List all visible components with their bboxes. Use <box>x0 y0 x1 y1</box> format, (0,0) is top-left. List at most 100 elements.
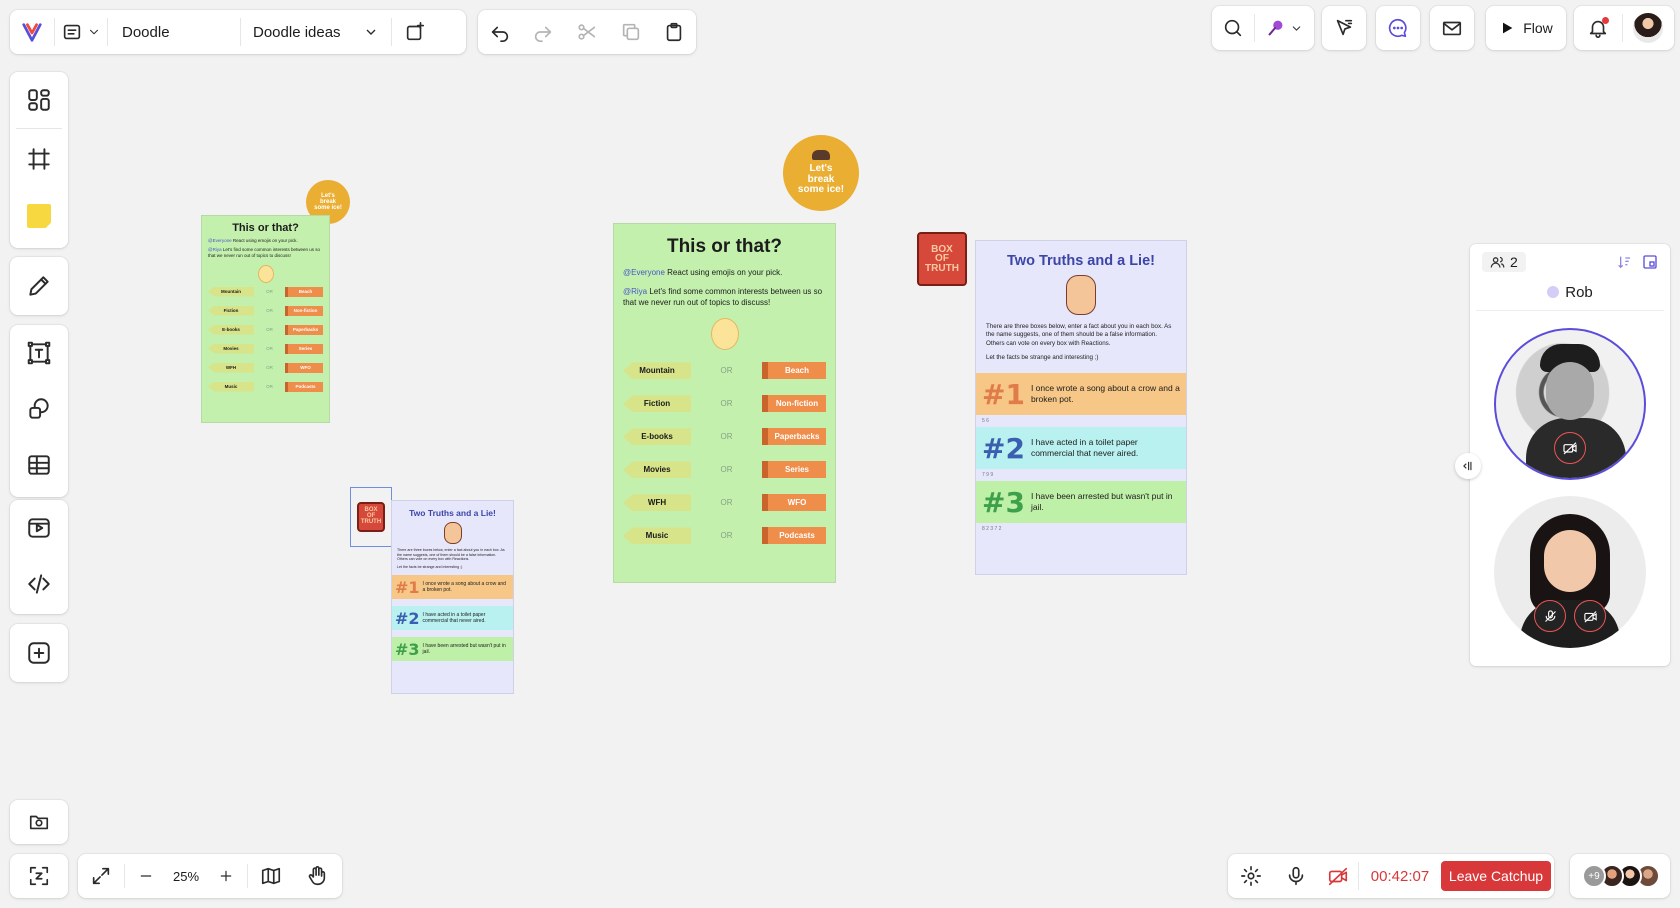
leave-call-button[interactable]: Leave Catchup <box>1441 861 1551 891</box>
screen-share-button[interactable] <box>10 800 68 844</box>
shapes-button[interactable] <box>10 381 68 437</box>
sort-icon[interactable] <box>1616 254 1632 270</box>
pin-menu-button[interactable] <box>1255 6 1313 50</box>
pick-row[interactable]: Fiction OR Non-fiction <box>623 395 826 413</box>
pick-row[interactable]: Music OR Podcasts <box>623 527 826 545</box>
copy-button[interactable] <box>611 10 651 54</box>
option-right[interactable]: WFO <box>285 362 323 373</box>
video-button[interactable] <box>10 500 68 556</box>
selection-box[interactable]: BOX OF TRUTH <box>350 487 392 547</box>
truth-item[interactable]: #2 I have acted in a toilet paper commerc… <box>976 427 1186 481</box>
truth-item[interactable]: #1 I once wrote a song about a crow and a… <box>976 373 1186 427</box>
pick-row[interactable]: Movies OR Series <box>208 343 323 354</box>
option-left[interactable]: Fiction <box>623 395 691 413</box>
option-left[interactable]: Fiction <box>208 305 254 316</box>
search-button[interactable] <box>1212 6 1254 50</box>
video-tile-rob[interactable] <box>1494 328 1646 480</box>
pick-row[interactable]: Fiction OR Non-fiction <box>208 305 323 316</box>
truth-item[interactable]: #3 I have been arrested but wasn't put in… <box>976 481 1186 535</box>
option-right[interactable]: Podcasts <box>762 527 826 545</box>
pointer-button[interactable] <box>1322 6 1366 50</box>
icebreaker-badge-large[interactable]: Let's break some ice! <box>783 135 859 211</box>
this-or-that-board-large[interactable]: This or that? @Everyone React using emoj… <box>613 223 836 583</box>
templates-button[interactable] <box>10 72 68 128</box>
zoom-in-button[interactable] <box>205 854 247 898</box>
truth-item[interactable]: #3 I have been arrested but wasn't put in… <box>392 637 513 668</box>
option-left[interactable]: Music <box>623 527 691 545</box>
mail-button[interactable] <box>1430 6 1474 50</box>
minimap-button[interactable] <box>248 854 294 898</box>
hand-tool-button[interactable] <box>294 854 340 898</box>
two-truths-board-small[interactable]: Two Truths and a Lie! There are three bo… <box>391 500 514 694</box>
board-select[interactable]: Doodle ideas <box>241 24 391 41</box>
option-right[interactable]: Non-fiction <box>762 395 826 413</box>
sticky-note-button[interactable] <box>10 189 68 243</box>
flow-button[interactable]: Flow <box>1486 6 1566 50</box>
option-right[interactable]: Series <box>762 461 826 479</box>
option-right[interactable]: Non-fiction <box>285 305 323 316</box>
video-tile-participant[interactable] <box>1494 496 1646 648</box>
participants-count[interactable]: 2 <box>1482 252 1526 272</box>
user-avatar[interactable] <box>1633 13 1663 43</box>
option-left[interactable]: WFH <box>623 494 691 512</box>
logo-icon[interactable] <box>10 10 54 54</box>
option-left[interactable]: E-books <box>208 324 254 335</box>
frame-button[interactable] <box>10 129 68 189</box>
two-truths-board-large[interactable]: Two Truths and a Lie! There are three bo… <box>975 240 1187 575</box>
pick-row[interactable]: Mountain OR Beach <box>623 362 826 380</box>
paste-button[interactable] <box>654 10 694 54</box>
option-right[interactable]: Beach <box>285 286 323 297</box>
option-left[interactable]: Movies <box>623 461 691 479</box>
collapse-panel-button[interactable] <box>1455 453 1481 479</box>
text-button[interactable] <box>10 325 68 381</box>
pick-row[interactable]: Music OR Podcasts <box>208 381 323 392</box>
undo-button[interactable] <box>480 10 520 54</box>
this-or-that-board-small[interactable]: This or that? @Everyone React using emoj… <box>201 215 330 423</box>
zoom-level[interactable]: 25% <box>167 869 205 884</box>
chat-button[interactable] <box>1376 6 1420 50</box>
redo-button[interactable] <box>523 10 563 54</box>
cut-button[interactable] <box>567 10 607 54</box>
zoom-out-button[interactable] <box>125 854 167 898</box>
camera-toggle-button[interactable] <box>1318 854 1358 898</box>
option-left[interactable]: E-books <box>623 428 691 446</box>
pick-row[interactable]: Mountain OR Beach <box>208 286 323 297</box>
vote-strip[interactable] <box>392 630 513 637</box>
option-left[interactable]: Mountain <box>208 286 254 297</box>
vote-strip[interactable] <box>392 599 513 606</box>
vote-strip[interactable]: 8 2 3 7 2 <box>976 523 1186 535</box>
vote-strip[interactable]: 5 6 <box>976 415 1186 427</box>
layout-icon[interactable] <box>1642 254 1658 270</box>
option-left[interactable]: WFH <box>208 362 254 373</box>
option-left[interactable]: Movies <box>208 343 254 354</box>
pick-row[interactable]: Movies OR Series <box>623 461 826 479</box>
add-more-button[interactable] <box>10 624 68 682</box>
option-right[interactable]: Paperbacks <box>762 428 826 446</box>
pick-row[interactable]: E-books OR Paperbacks <box>623 428 826 446</box>
option-left[interactable]: Mountain <box>623 362 691 380</box>
option-left[interactable]: Music <box>208 381 254 392</box>
box-of-truth-book-large[interactable]: BOX OF TRUTH <box>917 232 967 286</box>
option-right[interactable]: Series <box>285 343 323 354</box>
expand-button[interactable] <box>78 854 124 898</box>
table-button[interactable] <box>10 437 68 493</box>
truth-item[interactable]: #2 I have acted in a toilet paper commerc… <box>392 606 513 637</box>
participants-strip[interactable]: +9 <box>1570 854 1670 898</box>
notifications-button[interactable] <box>1574 6 1622 50</box>
vote-strip[interactable] <box>392 661 513 668</box>
option-right[interactable]: Paperbacks <box>285 324 323 335</box>
call-settings-button[interactable] <box>1228 854 1274 898</box>
option-right[interactable]: WFO <box>762 494 826 512</box>
pen-button[interactable] <box>10 257 68 315</box>
add-page-button[interactable] <box>392 10 438 54</box>
truth-item[interactable]: #1 I once wrote a song about a crow and a… <box>392 575 513 606</box>
option-right[interactable]: Podcasts <box>285 381 323 392</box>
vote-strip[interactable]: 7 9 9 <box>976 469 1186 481</box>
option-right[interactable]: Beach <box>762 362 826 380</box>
pick-row[interactable]: WFH OR WFO <box>208 362 323 373</box>
file-menu-button[interactable] <box>55 10 107 54</box>
fit-screen-button[interactable] <box>10 854 68 898</box>
code-button[interactable] <box>10 556 68 612</box>
mic-button[interactable] <box>1274 854 1318 898</box>
pick-row[interactable]: WFH OR WFO <box>623 494 826 512</box>
